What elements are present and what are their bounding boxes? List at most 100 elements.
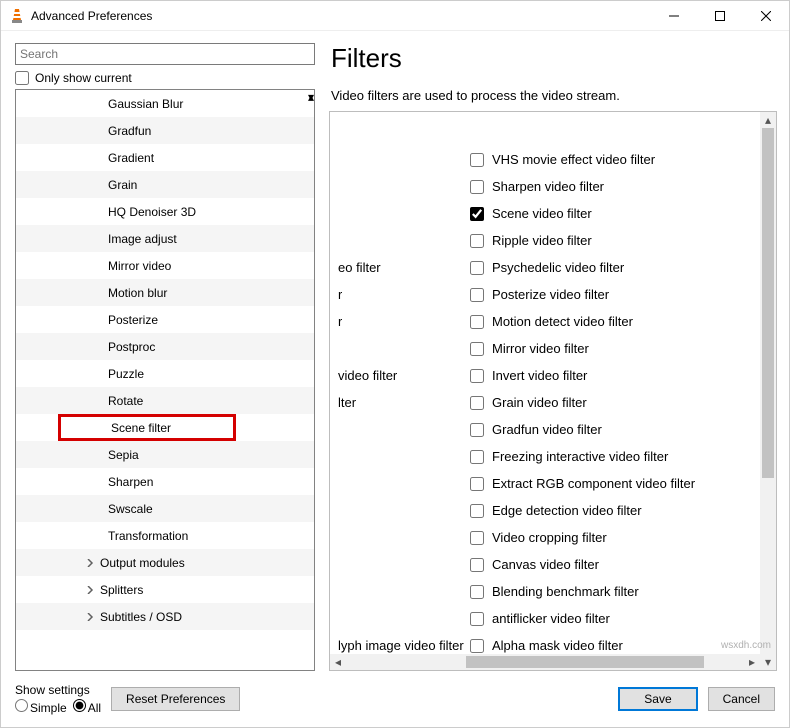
- save-button[interactable]: Save: [618, 687, 697, 711]
- tree-item[interactable]: Scene filter: [58, 414, 236, 441]
- vlc-icon: [9, 8, 25, 24]
- filter-label: Blending benchmark filter: [492, 584, 639, 599]
- filter-label: antiflicker video filter: [492, 611, 610, 626]
- filter-checkbox[interactable]: [470, 639, 484, 653]
- tree-item[interactable]: Rotate: [16, 387, 314, 414]
- tree-item-label: Posterize: [108, 313, 158, 327]
- tree-item-label: Scene filter: [111, 421, 171, 435]
- filter-checkbox[interactable]: [470, 180, 484, 194]
- tree-item[interactable]: Gradient: [16, 144, 314, 171]
- filter-label: Video cropping filter: [492, 530, 607, 545]
- filter-checkbox[interactable]: [470, 207, 484, 221]
- show-settings-label: Show settings: [15, 683, 101, 697]
- filter-checkbox[interactable]: [470, 396, 484, 410]
- filter-row: Extract RGB component video filter: [330, 470, 760, 497]
- scroll-thumb[interactable]: [762, 128, 774, 478]
- tree-item[interactable]: Mirror video: [16, 252, 314, 279]
- hscroll-track[interactable]: [346, 654, 744, 670]
- filters-vscroll[interactable]: ▴ ▾: [760, 112, 776, 670]
- filter-label: Freezing interactive video filter: [492, 449, 668, 464]
- reset-preferences-button[interactable]: Reset Preferences: [111, 687, 240, 711]
- filter-checkbox[interactable]: [470, 261, 484, 275]
- tree-item-label: Grain: [108, 178, 137, 192]
- filter-label: Ripple video filter: [492, 233, 592, 248]
- filter-checkbox[interactable]: [470, 234, 484, 248]
- page-description: Video filters are used to process the vi…: [331, 88, 779, 103]
- tree-item-label: HQ Denoiser 3D: [108, 205, 196, 219]
- filter-label: Scene video filter: [492, 206, 592, 221]
- tree-item[interactable]: Swscale: [16, 495, 314, 522]
- radio-all[interactable]: All: [73, 699, 101, 715]
- tree-item[interactable]: Puzzle: [16, 360, 314, 387]
- filter-row: Ripple video filter: [330, 227, 760, 254]
- filter-checkbox[interactable]: [470, 558, 484, 572]
- clipped-label: r: [338, 287, 342, 302]
- tree-item[interactable]: Transformation: [16, 522, 314, 549]
- hscroll-thumb[interactable]: [466, 656, 704, 668]
- tree-item[interactable]: Sepia: [16, 441, 314, 468]
- filter-checkbox[interactable]: [470, 423, 484, 437]
- chevron-right-icon[interactable]: [84, 611, 96, 623]
- cancel-button[interactable]: Cancel: [708, 687, 775, 711]
- radio-all-input[interactable]: [73, 699, 86, 712]
- filter-checkbox[interactable]: [470, 342, 484, 356]
- filter-checkbox[interactable]: [470, 585, 484, 599]
- tree-item[interactable]: Gaussian Blur: [16, 90, 314, 117]
- filter-checkbox[interactable]: [470, 531, 484, 545]
- filter-row: Scene video filter: [330, 200, 760, 227]
- filter-checkbox[interactable]: [470, 153, 484, 167]
- filter-label: Alpha mask video filter: [492, 638, 623, 653]
- filter-checkbox[interactable]: [470, 477, 484, 491]
- filter-checkbox[interactable]: [470, 450, 484, 464]
- filter-checkbox[interactable]: [470, 612, 484, 626]
- tree-item[interactable]: Posterize: [16, 306, 314, 333]
- only-show-current[interactable]: Only show current: [15, 71, 315, 85]
- tree-item[interactable]: HQ Denoiser 3D: [16, 198, 314, 225]
- tree-item-label: Motion blur: [108, 286, 167, 300]
- filter-row: VHS movie effect video filter: [330, 146, 760, 173]
- tree-item[interactable]: Sharpen: [16, 468, 314, 495]
- filter-row: antiflicker video filter: [330, 605, 760, 632]
- only-show-current-checkbox[interactable]: [15, 71, 29, 85]
- scroll-left-icon[interactable]: ◂: [330, 654, 346, 670]
- radio-simple[interactable]: Simple: [15, 699, 67, 715]
- scroll-down-icon[interactable]: ▾: [308, 90, 314, 104]
- minimize-button[interactable]: [651, 1, 697, 31]
- tree-item[interactable]: Output modules: [16, 549, 314, 576]
- filter-label: Gradfun video filter: [492, 422, 602, 437]
- radio-simple-input[interactable]: [15, 699, 28, 712]
- tree-item-label: Mirror video: [108, 259, 171, 273]
- tree-item-label: Postproc: [108, 340, 155, 354]
- filters-box: eo filterrrvideo filterlterlyph image vi…: [329, 111, 777, 671]
- search-input[interactable]: [15, 43, 315, 65]
- filter-row: Posterize video filter: [330, 281, 760, 308]
- tree-item[interactable]: Gradfun: [16, 117, 314, 144]
- footer: Show settings Simple All Reset Preferenc…: [1, 671, 789, 727]
- tree-item-label: Image adjust: [108, 232, 177, 246]
- filter-checkbox[interactable]: [470, 315, 484, 329]
- chevron-right-icon[interactable]: [84, 557, 96, 569]
- tree-item[interactable]: Postproc: [16, 333, 314, 360]
- filter-label: Edge detection video filter: [492, 503, 642, 518]
- maximize-button[interactable]: [697, 1, 743, 31]
- close-button[interactable]: [743, 1, 789, 31]
- tree-item[interactable]: Motion blur: [16, 279, 314, 306]
- tree-item[interactable]: Grain: [16, 171, 314, 198]
- tree-scrollbar[interactable]: ▴ ▾: [308, 90, 314, 104]
- scroll-right-icon[interactable]: ▸: [744, 654, 760, 670]
- tree-item-label: Subtitles / OSD: [100, 610, 182, 624]
- tree-item[interactable]: Splitters: [16, 576, 314, 603]
- filters-hscroll[interactable]: ◂ ▸: [330, 654, 760, 670]
- show-settings: Show settings Simple All: [15, 683, 101, 715]
- chevron-right-icon[interactable]: [84, 584, 96, 596]
- filter-checkbox[interactable]: [470, 288, 484, 302]
- tree-item-label: Splitters: [100, 583, 143, 597]
- tree-item[interactable]: Image adjust: [16, 225, 314, 252]
- scroll-up-icon[interactable]: ▴: [760, 112, 776, 128]
- clipped-label: lyph image video filter: [338, 638, 464, 653]
- tree-item[interactable]: Subtitles / OSD: [16, 603, 314, 630]
- titlebar: Advanced Preferences: [1, 1, 789, 31]
- scroll-down-icon[interactable]: ▾: [760, 654, 776, 670]
- filter-checkbox[interactable]: [470, 504, 484, 518]
- filter-checkbox[interactable]: [470, 369, 484, 383]
